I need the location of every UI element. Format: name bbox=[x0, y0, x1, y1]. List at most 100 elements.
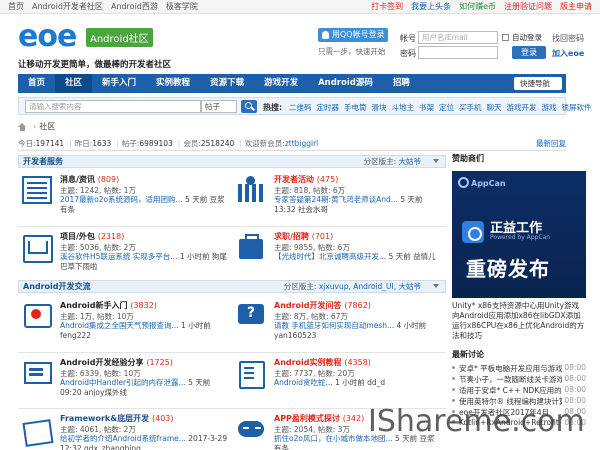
stat-today: 197141 bbox=[35, 139, 65, 148]
latest-discussions-title: 最新讨论 bbox=[452, 350, 484, 359]
list-item[interactable]: 适用于安卓* C++ NDK应用的 08:00 bbox=[452, 385, 586, 396]
login-button[interactable]: 登录 bbox=[512, 46, 546, 59]
nav-android-source[interactable]: Android源码 bbox=[308, 74, 383, 93]
hot-search-item[interactable]: 手电筒 bbox=[344, 103, 367, 112]
nav-community[interactable]: 社区 bbox=[55, 74, 93, 93]
event-icon bbox=[236, 176, 266, 204]
discussion-time: 08:00 bbox=[562, 385, 586, 394]
breadcrumb-current[interactable]: 社区 bbox=[39, 121, 55, 132]
password-input[interactable] bbox=[418, 46, 498, 59]
board-name[interactable]: 消息/资讯 bbox=[60, 175, 95, 184]
nav-downloads[interactable]: 资源下载 bbox=[200, 74, 254, 93]
find-password-link[interactable]: 找回密码 bbox=[552, 33, 584, 44]
hot-search-item[interactable]: 书架 bbox=[419, 103, 434, 112]
sponsor-text-links[interactable]: Unity* x86支持资源中心用Unity游戏向Android应用添加x86在… bbox=[452, 301, 586, 341]
site-logo[interactable]: eoe Android社区 bbox=[18, 22, 153, 52]
newest-member-link[interactable]: zttbiggirl bbox=[285, 139, 318, 148]
discussion-title[interactable]: 安卓* 平板电脑开发应用与游戏 bbox=[459, 364, 563, 373]
board-name[interactable]: 开发者活动 bbox=[274, 175, 314, 184]
board-name[interactable]: 求职/招聘 bbox=[274, 232, 309, 241]
moderator-names[interactable]: 大姑爷 bbox=[399, 157, 422, 166]
nav-newbie[interactable]: 新手入门 bbox=[92, 74, 146, 93]
board-events[interactable]: 开发者活动 (475) 主题: 818, 帖数: 6万 专家答疑第24期:黄飞鸿… bbox=[232, 172, 446, 228]
section-header-android-dev[interactable]: Android开发交流 分区版主: xjxuvup, Android_UI, 大… bbox=[18, 280, 446, 293]
account-input[interactable]: 用户名/Email bbox=[418, 31, 498, 44]
hot-search-item[interactable]: 斗地主 bbox=[392, 103, 415, 112]
hot-search-item[interactable]: 定时器 bbox=[317, 103, 340, 112]
board-last-post[interactable]: 2017最新o2o系统源码，适用团购... bbox=[60, 195, 183, 204]
board-last-post[interactable]: Android集成之全国天气预报查询... bbox=[60, 321, 179, 330]
top-links-left: 首页 Android开发者社区 Android西游 极客学院 bbox=[8, 1, 206, 12]
discussion-time: 08:00 bbox=[562, 374, 586, 383]
board-name[interactable]: Android开发经验分享 bbox=[60, 358, 144, 367]
collapse-icon[interactable] bbox=[433, 159, 439, 163]
board-last-post[interactable]: 给初学者的介绍Android系统frame... bbox=[60, 434, 186, 443]
board-projects[interactable]: 项目/外包 (2318) 主题: 5036, 帖数: 2万 溪谷软件H5联运系统… bbox=[18, 229, 232, 285]
hot-search-item[interactable]: 定位 bbox=[439, 103, 454, 112]
sponsor-ad-banner[interactable]: AppCan 正益工作 Powered by AppCan 重磅发布 bbox=[452, 171, 586, 298]
hot-search-item[interactable]: 买手机 bbox=[459, 103, 482, 112]
top-link-xiyou[interactable]: Android西游 bbox=[111, 1, 158, 12]
board-framework[interactable]: Framework&底层开发 (403) 主题: 4061, 帖数: 2万 给初… bbox=[18, 411, 232, 450]
board-newbie[interactable]: Android新手入门 (3832) 主题: 1万, 帖数: 10万 Andro… bbox=[18, 298, 232, 354]
project-icon bbox=[22, 233, 53, 263]
board-name[interactable]: Android开发问答 bbox=[274, 301, 342, 310]
top-link-jikexueyuan[interactable]: 极客学院 bbox=[166, 1, 198, 12]
board-name[interactable]: Android新手入门 bbox=[60, 301, 128, 310]
nav-game-dev[interactable]: 游戏开发 bbox=[254, 74, 308, 93]
board-last-post[interactable]: 专家答疑第24期:黄飞鸿老师谈And... bbox=[274, 195, 398, 204]
hot-search-item[interactable]: 二维码 bbox=[289, 103, 312, 112]
hot-search-item[interactable]: 聊天 bbox=[487, 103, 502, 112]
board-last-post[interactable]: Android贪吃蛇... bbox=[274, 378, 333, 387]
board-name[interactable]: 项目/外包 bbox=[60, 232, 95, 241]
quick-nav-button[interactable]: 快捷导航 bbox=[514, 77, 562, 90]
hot-search-item[interactable]: 滑块 bbox=[372, 103, 387, 112]
list-item[interactable]: 安卓* 平板电脑开发应用与游戏 08:00 bbox=[452, 363, 586, 374]
list-item[interactable]: 节奏小子，一款随断线关卡游戏 08:00 bbox=[452, 374, 586, 385]
moderator-names[interactable]: xjxuvup, Android_UI, 大姑爷 bbox=[319, 282, 421, 291]
search-button[interactable] bbox=[241, 100, 257, 113]
nav-home[interactable]: 首页 bbox=[18, 74, 55, 93]
board-name[interactable]: APP盈利模式探讨 bbox=[274, 414, 340, 423]
board-last-post[interactable]: Android中Handler引起的内存泄露... bbox=[60, 378, 186, 387]
board-name[interactable]: Android实例教程 bbox=[274, 358, 342, 367]
top-link-headline[interactable]: 我要上头条 bbox=[411, 1, 451, 12]
nav-tutorials[interactable]: 实例教程 bbox=[146, 74, 200, 93]
section-header-dev-services[interactable]: 开发者服务 分区版主: 大姑爷 bbox=[18, 155, 446, 168]
account-label: 帐号 bbox=[400, 34, 416, 43]
slogan: 让移动开发更简单，做最棒的开发者社区 bbox=[18, 60, 172, 70]
top-link-register-help[interactable]: 注册验证问题 bbox=[504, 1, 552, 12]
board-last-post[interactable]: 请教 手机蓝牙如何实现自动mesh... bbox=[274, 321, 394, 330]
board-name[interactable]: Framework&底层开发 bbox=[60, 414, 149, 423]
board-jobs[interactable]: 求职/招聘 (701) 主题: 9855, 帖数: 6万 【光线时代】北京诚聘高… bbox=[232, 229, 446, 285]
hot-search-label: 热搜: bbox=[263, 103, 283, 112]
board-last-post[interactable]: 【光线时代】北京诚聘高级开发... bbox=[274, 252, 386, 261]
board-last-post[interactable]: 溪谷软件H5联运系统 实现多平台... bbox=[60, 252, 177, 261]
qq-login-button[interactable]: 用QQ帐号登录 bbox=[318, 28, 388, 42]
new-posts-link[interactable]: 最新回复 bbox=[536, 138, 566, 149]
top-link-community[interactable]: Android开发者社区 bbox=[32, 1, 103, 12]
hot-search-item[interactable]: 游戏开发 bbox=[507, 103, 537, 112]
collapse-icon[interactable] bbox=[433, 284, 439, 288]
board-news[interactable]: 消息/资讯 (809) 主题: 1242, 帖数: 1万 2017最新o2o系统… bbox=[18, 172, 232, 228]
top-link-moderator-apply[interactable]: 版主申请 bbox=[560, 1, 592, 12]
search-scope-select[interactable]: 帖子 bbox=[201, 100, 237, 113]
main-nav: 首页 社区 新手入门 实例教程 资源下载 游戏开发 Android源码 招聘 bbox=[18, 74, 566, 93]
top-link-home[interactable]: 首页 bbox=[8, 1, 24, 12]
discussion-title[interactable]: 节奏小子，一款随断线关卡游戏 bbox=[459, 375, 564, 384]
hot-search-item[interactable]: 锁屏软件 bbox=[562, 103, 592, 112]
board-last-time: 1 小时前 dd_d bbox=[335, 378, 386, 387]
section-title: 开发者服务 bbox=[23, 157, 63, 166]
top-link-checkin[interactable]: 打卡签到 bbox=[371, 1, 403, 12]
search-input[interactable]: 请输入搜索内容 bbox=[25, 100, 201, 113]
board-qa[interactable]: Android开发问答 (7862) 主题: 8万, 帖数: 67万 请教 手机… bbox=[232, 298, 446, 354]
board-tutorials[interactable]: Android实例教程 (4358) 主题: 7737, 帖数: 20万 And… bbox=[232, 355, 446, 411]
home-icon[interactable] bbox=[18, 122, 27, 131]
top-link-earn-coins[interactable]: 如何赚e币 bbox=[459, 1, 496, 12]
discussion-title[interactable]: 适用于安卓* C++ NDK应用的 bbox=[459, 386, 562, 395]
join-link[interactable]: 加入eoe bbox=[552, 48, 584, 59]
hot-search-item[interactable]: 游戏 bbox=[542, 103, 557, 112]
auto-login-checkbox[interactable]: 自动登录 bbox=[502, 32, 542, 43]
nav-jobs[interactable]: 招聘 bbox=[383, 74, 420, 93]
board-experience[interactable]: Android开发经验分享 (1725) 主题: 6339, 帖数: 10万 A… bbox=[18, 355, 232, 411]
